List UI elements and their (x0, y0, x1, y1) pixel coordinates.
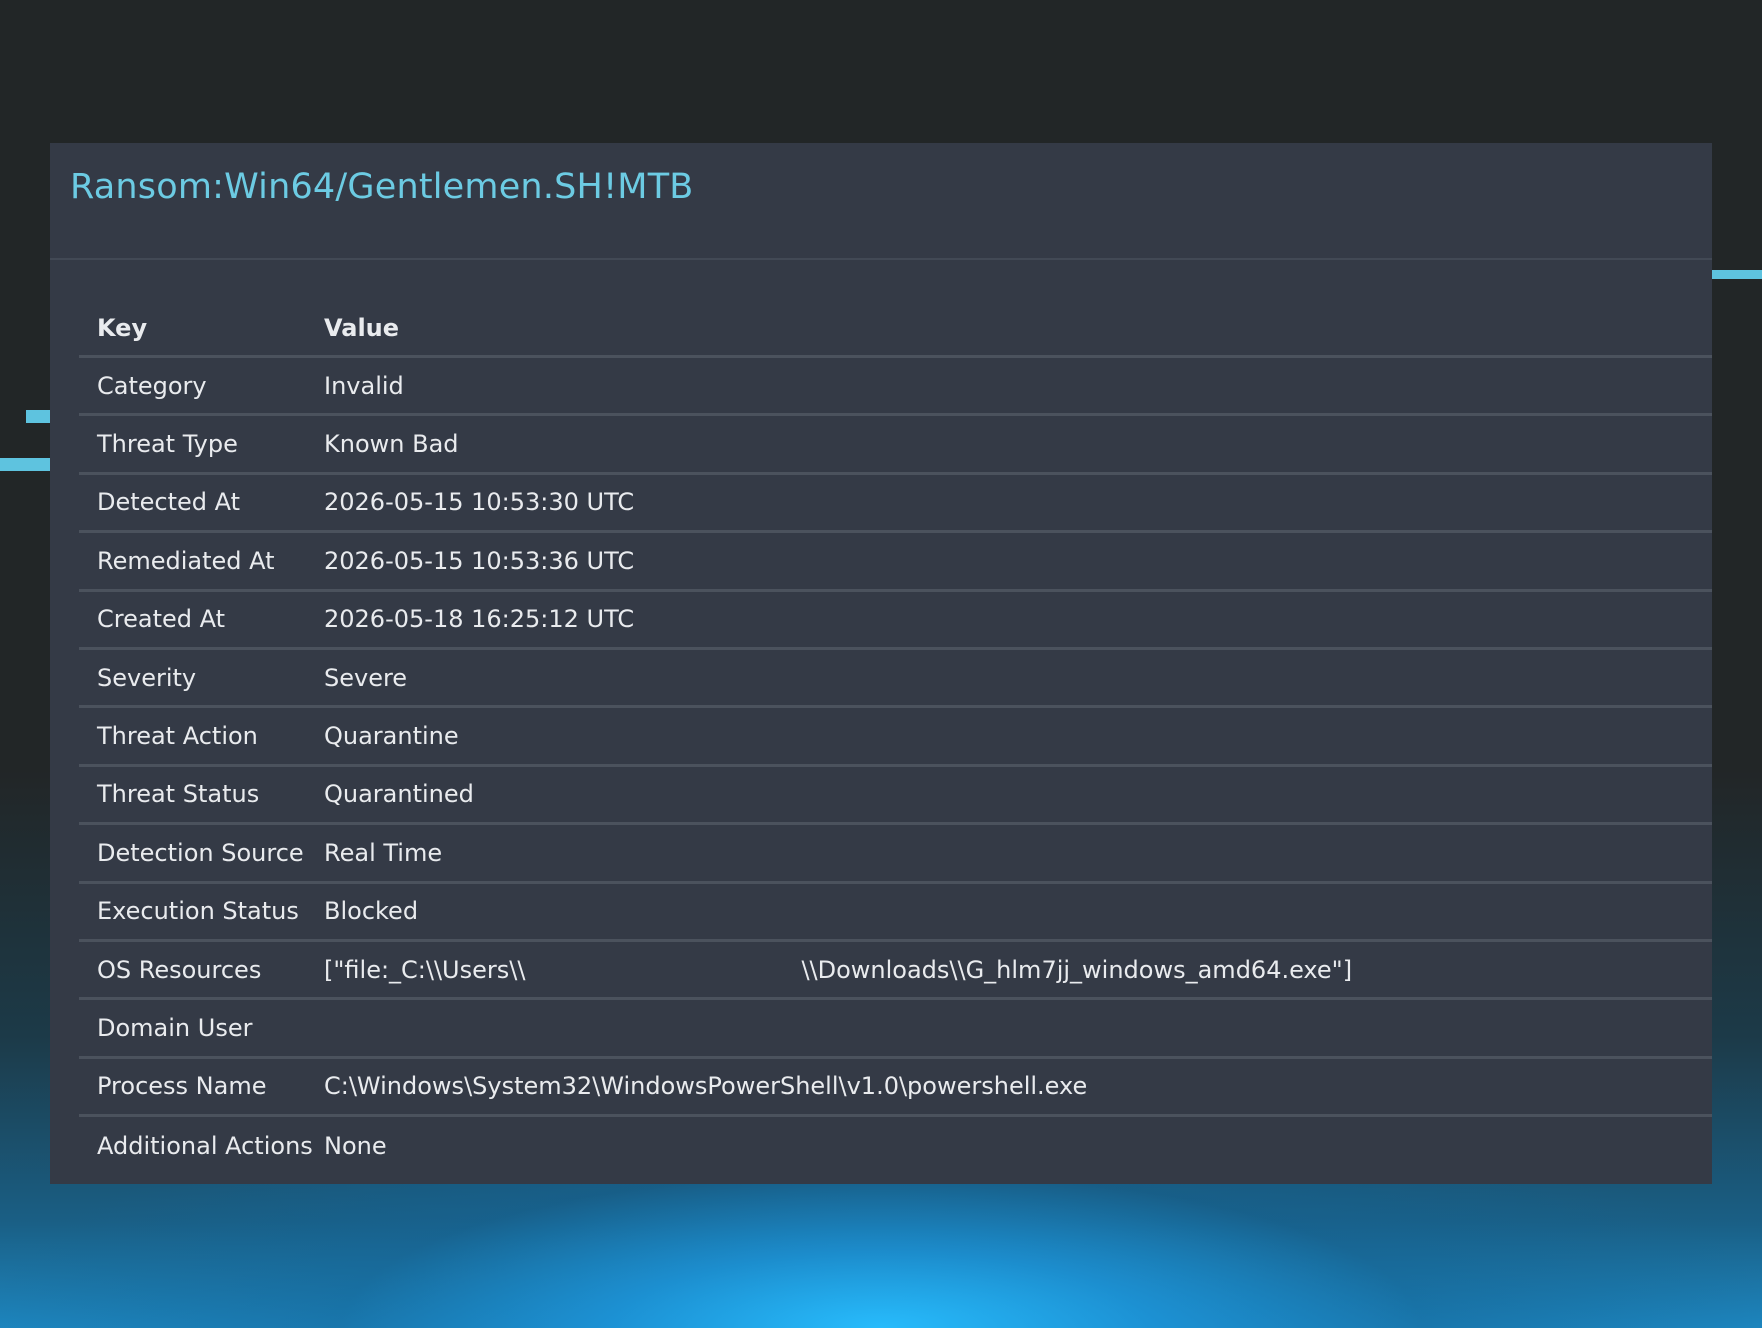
row-value: Quarantine (324, 722, 459, 751)
details-table: Key Value Category Invalid Threat Type K… (79, 300, 1712, 1175)
threat-title: Ransom:Win64/Gentlemen.SH!MTB (70, 167, 694, 207)
row-key: Remediated At (97, 546, 275, 575)
row-key: Additional Actions (97, 1132, 313, 1161)
row-key: Created At (97, 605, 226, 634)
row-value: 2026-05-15 10:53:30 UTC (324, 488, 635, 517)
row-value: Quarantined (324, 780, 474, 809)
os-resources-value: ["file:_C:\\Users\\ \\Downloads\\G_hlm7jj… (324, 956, 1352, 984)
table-row: Execution Status Blocked (79, 884, 1712, 942)
panel-header: Ransom:Win64/Gentlemen.SH!MTB (50, 143, 1712, 260)
row-key: Detection Source (97, 838, 304, 867)
table-row: Remediated At 2026-05-15 10:53:36 UTC (79, 533, 1712, 592)
table-row: Domain User (79, 1000, 1712, 1059)
table-row: OS Resources ["file:_C:\\Users\\ \\Downlo… (79, 942, 1712, 1001)
row-value: Real Time (324, 838, 443, 867)
table-row: Threat Status Quarantined (79, 767, 1712, 826)
os-resources-path-start: ["file:_C:\\Users\\ (324, 955, 526, 984)
accent-bar (0, 458, 50, 471)
accent-bar (1712, 270, 1762, 279)
row-value: 2026-05-15 10:53:36 UTC (324, 546, 635, 575)
table-row: Process Name C:\Windows\System32\Windows… (79, 1059, 1712, 1118)
table-row: Threat Action Quarantine (79, 708, 1712, 767)
table-row: Detected At 2026-05-15 10:53:30 UTC (79, 475, 1712, 534)
row-key: Process Name (97, 1072, 267, 1101)
row-value: C:\Windows\System32\WindowsPowerShell\v1… (324, 1072, 1088, 1101)
table-row: Created At 2026-05-18 16:25:12 UTC (79, 592, 1712, 650)
column-header-value: Value (324, 313, 400, 342)
row-key: Category (97, 371, 207, 400)
row-value: Severe (324, 663, 408, 692)
row-key: Severity (97, 663, 197, 692)
row-key: Threat Status (97, 780, 260, 809)
table-row: Additional Actions None (79, 1117, 1712, 1175)
column-header-key: Key (97, 313, 148, 342)
row-value: Invalid (324, 371, 404, 400)
row-key: Detected At (97, 488, 241, 517)
table-row: Detection Source Real Time (79, 825, 1712, 884)
table-row: Category Invalid (79, 358, 1712, 417)
row-value: Known Bad (324, 430, 459, 459)
row-key: Execution Status (97, 897, 299, 926)
table-row: Severity Severe (79, 650, 1712, 709)
threat-details-panel: Ransom:Win64/Gentlemen.SH!MTB Key Value … (50, 143, 1712, 1184)
row-key: Threat Type (97, 430, 238, 459)
row-value: 2026-05-18 16:25:12 UTC (324, 605, 635, 634)
row-key: Threat Action (97, 722, 258, 751)
table-header-row: Key Value (79, 300, 1712, 358)
row-key: Domain User (97, 1013, 253, 1042)
row-value: None (324, 1132, 387, 1161)
accent-bar (26, 410, 50, 423)
row-key: OS Resources (97, 955, 262, 984)
os-resources-path-end: \\Downloads\\G_hlm7jj_windows_amd64.exe"… (801, 955, 1353, 984)
table-row: Threat Type Known Bad (79, 416, 1712, 475)
row-value: Blocked (324, 897, 419, 926)
